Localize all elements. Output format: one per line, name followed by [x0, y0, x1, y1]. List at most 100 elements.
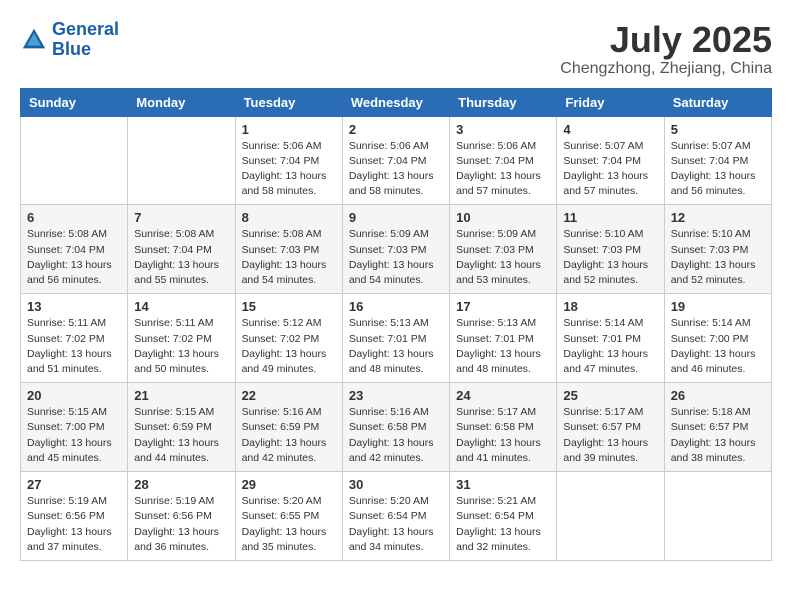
day-detail: Sunrise: 5:17 AMSunset: 6:57 PMDaylight:…: [563, 405, 657, 466]
day-detail: Sunrise: 5:13 AMSunset: 7:01 PMDaylight:…: [349, 316, 443, 377]
day-detail: Sunrise: 5:14 AMSunset: 7:01 PMDaylight:…: [563, 316, 657, 377]
location: Chengzhong, Zhejiang, China: [560, 60, 772, 78]
logo: General Blue: [20, 20, 119, 60]
day-detail: Sunrise: 5:19 AMSunset: 6:56 PMDaylight:…: [27, 494, 121, 555]
day-number: 28: [134, 477, 228, 492]
col-saturday: Saturday: [664, 88, 771, 116]
day-detail: Sunrise: 5:09 AMSunset: 7:03 PMDaylight:…: [349, 227, 443, 288]
calendar-cell: 20 Sunrise: 5:15 AMSunset: 7:00 PMDayligh…: [21, 383, 128, 472]
col-tuesday: Tuesday: [235, 88, 342, 116]
calendar-cell: 30Sunrise: 5:20 AMSunset: 6:54 PMDayligh…: [342, 472, 449, 561]
col-monday: Monday: [128, 88, 235, 116]
day-number: 20: [27, 388, 121, 403]
calendar-cell: 13 Sunrise: 5:11 AMSunset: 7:02 PMDayligh…: [21, 294, 128, 383]
calendar-week-5: 27 Sunrise: 5:19 AMSunset: 6:56 PMDayligh…: [21, 472, 772, 561]
col-sunday: Sunday: [21, 88, 128, 116]
calendar-cell: 16 Sunrise: 5:13 AMSunset: 7:01 PMDayligh…: [342, 294, 449, 383]
calendar-cell: 2 Sunrise: 5:06 AMSunset: 7:04 PMDaylight…: [342, 116, 449, 205]
day-number: 16: [349, 299, 443, 314]
day-detail: Sunrise: 5:17 AMSunset: 6:58 PMDaylight:…: [456, 405, 550, 466]
day-number: 5: [671, 122, 765, 137]
calendar-table: Sunday Monday Tuesday Wednesday Thursday…: [20, 88, 772, 561]
day-number: 2: [349, 122, 443, 137]
calendar-cell: 24 Sunrise: 5:17 AMSunset: 6:58 PMDayligh…: [450, 383, 557, 472]
calendar-cell: 27 Sunrise: 5:19 AMSunset: 6:56 PMDayligh…: [21, 472, 128, 561]
day-detail: Sunrise: 5:06 AMSunset: 7:04 PMDaylight:…: [242, 139, 336, 200]
day-detail: Sunrise: 5:06 AMSunset: 7:04 PMDaylight:…: [456, 139, 550, 200]
day-number: 17: [456, 299, 550, 314]
day-detail: Sunrise: 5:20 AMSunset: 6:54 PMDaylight:…: [349, 494, 443, 555]
month-year: July 2025: [560, 20, 772, 60]
calendar-week-3: 13 Sunrise: 5:11 AMSunset: 7:02 PMDayligh…: [21, 294, 772, 383]
page-header: General Blue July 2025 Chengzhong, Zheji…: [20, 20, 772, 78]
day-detail: Sunrise: 5:09 AMSunset: 7:03 PMDaylight:…: [456, 227, 550, 288]
day-number: 14: [134, 299, 228, 314]
day-detail: Sunrise: 5:11 AMSunset: 7:02 PMDaylight:…: [27, 316, 121, 377]
day-number: 29: [242, 477, 336, 492]
day-detail: Sunrise: 5:10 AMSunset: 7:03 PMDaylight:…: [671, 227, 765, 288]
day-detail: Sunrise: 5:14 AMSunset: 7:00 PMDaylight:…: [671, 316, 765, 377]
day-detail: Sunrise: 5:19 AMSunset: 6:56 PMDaylight:…: [134, 494, 228, 555]
day-detail: Sunrise: 5:16 AMSunset: 6:59 PMDaylight:…: [242, 405, 336, 466]
calendar-cell: 3 Sunrise: 5:06 AMSunset: 7:04 PMDaylight…: [450, 116, 557, 205]
calendar-cell: 17 Sunrise: 5:13 AMSunset: 7:01 PMDayligh…: [450, 294, 557, 383]
day-number: 3: [456, 122, 550, 137]
day-number: 13: [27, 299, 121, 314]
day-number: 25: [563, 388, 657, 403]
day-detail: Sunrise: 5:07 AMSunset: 7:04 PMDaylight:…: [563, 139, 657, 200]
calendar-cell: 14 Sunrise: 5:11 AMSunset: 7:02 PMDayligh…: [128, 294, 235, 383]
col-thursday: Thursday: [450, 88, 557, 116]
calendar-cell: 23 Sunrise: 5:16 AMSunset: 6:58 PMDayligh…: [342, 383, 449, 472]
day-number: 23: [349, 388, 443, 403]
day-number: 24: [456, 388, 550, 403]
logo-text: General Blue: [52, 20, 119, 60]
day-number: 9: [349, 210, 443, 225]
day-detail: Sunrise: 5:08 AMSunset: 7:04 PMDaylight:…: [134, 227, 228, 288]
logo-line2: Blue: [52, 39, 91, 59]
col-friday: Friday: [557, 88, 664, 116]
day-detail: Sunrise: 5:08 AMSunset: 7:03 PMDaylight:…: [242, 227, 336, 288]
day-number: 31: [456, 477, 550, 492]
calendar-cell: 26 Sunrise: 5:18 AMSunset: 6:57 PMDayligh…: [664, 383, 771, 472]
day-number: 21: [134, 388, 228, 403]
calendar-cell: [21, 116, 128, 205]
calendar-cell: 22Sunrise: 5:16 AMSunset: 6:59 PMDayligh…: [235, 383, 342, 472]
day-number: 19: [671, 299, 765, 314]
day-detail: Sunrise: 5:18 AMSunset: 6:57 PMDaylight:…: [671, 405, 765, 466]
day-detail: Sunrise: 5:11 AMSunset: 7:02 PMDaylight:…: [134, 316, 228, 377]
calendar-cell: 1 Sunrise: 5:06 AMSunset: 7:04 PMDaylight…: [235, 116, 342, 205]
day-number: 4: [563, 122, 657, 137]
day-detail: Sunrise: 5:16 AMSunset: 6:58 PMDaylight:…: [349, 405, 443, 466]
day-detail: Sunrise: 5:13 AMSunset: 7:01 PMDaylight:…: [456, 316, 550, 377]
day-detail: Sunrise: 5:20 AMSunset: 6:55 PMDaylight:…: [242, 494, 336, 555]
calendar-cell: 10Sunrise: 5:09 AMSunset: 7:03 PMDayligh…: [450, 205, 557, 294]
day-detail: Sunrise: 5:15 AMSunset: 7:00 PMDaylight:…: [27, 405, 121, 466]
calendar-cell: 15Sunrise: 5:12 AMSunset: 7:02 PMDayligh…: [235, 294, 342, 383]
calendar-cell: 8Sunrise: 5:08 AMSunset: 7:03 PMDaylight…: [235, 205, 342, 294]
logo-icon: [20, 26, 48, 54]
calendar-week-4: 20 Sunrise: 5:15 AMSunset: 7:00 PMDayligh…: [21, 383, 772, 472]
day-detail: Sunrise: 5:21 AMSunset: 6:54 PMDaylight:…: [456, 494, 550, 555]
calendar-cell: 19 Sunrise: 5:14 AMSunset: 7:00 PMDayligh…: [664, 294, 771, 383]
col-wednesday: Wednesday: [342, 88, 449, 116]
calendar-cell: 12Sunrise: 5:10 AMSunset: 7:03 PMDayligh…: [664, 205, 771, 294]
calendar-week-1: 1 Sunrise: 5:06 AMSunset: 7:04 PMDaylight…: [21, 116, 772, 205]
day-detail: Sunrise: 5:06 AMSunset: 7:04 PMDaylight:…: [349, 139, 443, 200]
calendar-cell: 18 Sunrise: 5:14 AMSunset: 7:01 PMDayligh…: [557, 294, 664, 383]
day-number: 7: [134, 210, 228, 225]
calendar-cell: 9 Sunrise: 5:09 AMSunset: 7:03 PMDaylight…: [342, 205, 449, 294]
calendar-cell: 31 Sunrise: 5:21 AMSunset: 6:54 PMDayligh…: [450, 472, 557, 561]
day-number: 11: [563, 210, 657, 225]
calendar-cell: 6Sunrise: 5:08 AMSunset: 7:04 PMDaylight…: [21, 205, 128, 294]
day-number: 18: [563, 299, 657, 314]
calendar-week-2: 6 Sunrise: 5:08 AMSunset: 7:04 PMDaylight…: [21, 205, 772, 294]
day-number: 6: [27, 210, 121, 225]
calendar-cell: [128, 116, 235, 205]
day-number: 1: [242, 122, 336, 137]
calendar-cell: 29 Sunrise: 5:20 AMSunset: 6:55 PMDayligh…: [235, 472, 342, 561]
calendar-cell: 25 Sunrise: 5:17 AMSunset: 6:57 PMDayligh…: [557, 383, 664, 472]
calendar-cell: 5Sunrise: 5:07 AMSunset: 7:04 PMDaylight…: [664, 116, 771, 205]
calendar-header-row: Sunday Monday Tuesday Wednesday Thursday…: [21, 88, 772, 116]
day-number: 26: [671, 388, 765, 403]
day-number: 27: [27, 477, 121, 492]
